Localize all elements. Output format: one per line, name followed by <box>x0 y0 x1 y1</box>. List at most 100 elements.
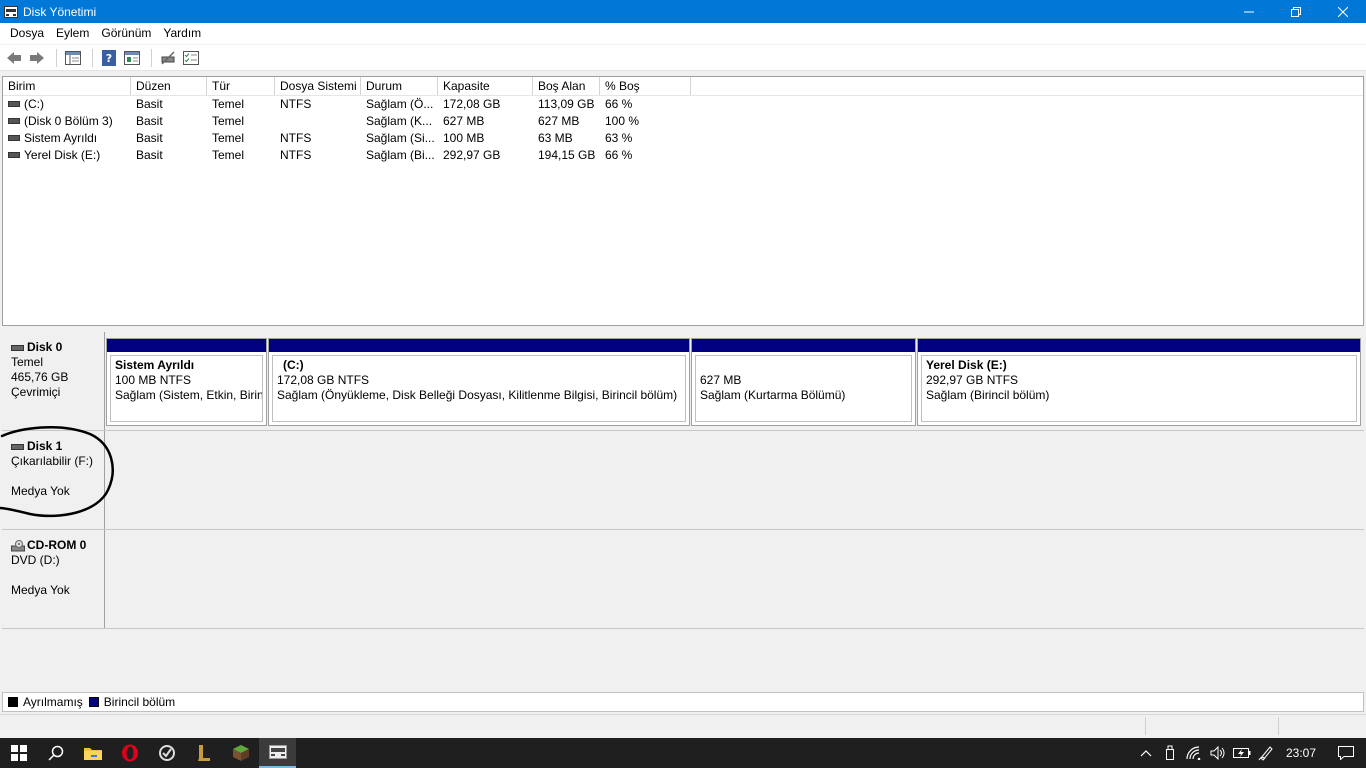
column-header-tur[interactable]: Tür <box>207 77 275 95</box>
cell-yuzde-bos: 63 % <box>605 131 633 145</box>
key-disk-icon <box>161 50 175 65</box>
back-button[interactable] <box>4 48 24 68</box>
partition-name <box>700 358 907 373</box>
help-button[interactable]: ? <box>99 48 119 68</box>
toolbar: ? <box>0 45 1366 71</box>
taskbar-clock[interactable]: 23:07 <box>1278 746 1326 760</box>
partition-status: Sağlam (Birincil bölüm) <box>926 388 1050 402</box>
partition-sistem-ayrildi[interactable]: Sistem Ayrıldı 100 MB NTFS Sağlam (Siste… <box>106 338 267 426</box>
start-button[interactable] <box>0 738 37 768</box>
show-hidden-icons-button[interactable] <box>1134 738 1158 768</box>
speaker-icon <box>1210 746 1225 760</box>
connect-disk-button[interactable] <box>158 48 178 68</box>
menu-gorunum[interactable]: Görünüm <box>95 23 157 44</box>
close-icon <box>1337 6 1348 17</box>
windows-start-icon <box>10 745 27 761</box>
taskbar-opera[interactable] <box>111 738 148 768</box>
search-button[interactable] <box>37 738 74 768</box>
column-header-bos-alan[interactable]: Boş Alan <box>533 77 600 95</box>
disk-partition-area <box>106 431 1364 529</box>
minimize-button[interactable] <box>1225 0 1272 23</box>
disk-label-disk-1[interactable]: Disk 1 Çıkarılabilir (F:) Medya Yok <box>2 431 105 529</box>
table-row[interactable]: (Disk 0 Bölüm 3) Basit Temel Sağlam (K..… <box>3 113 1363 130</box>
cell-bos-alan: 194,15 GB <box>538 148 596 162</box>
taskbar: 23:07 <box>0 738 1366 768</box>
menu-yardim[interactable]: Yardım <box>157 23 207 44</box>
close-button[interactable] <box>1319 0 1366 23</box>
taskbar-lol[interactable] <box>185 738 222 768</box>
svg-text:?: ? <box>106 52 112 65</box>
wifi-icon <box>1186 746 1201 760</box>
column-header-durum[interactable]: Durum <box>361 77 438 95</box>
partition-c[interactable]: (C:) 172,08 GB NTFS Sağlam (Önyükleme, D… <box>268 338 690 426</box>
lol-icon <box>197 745 210 761</box>
cell-birim: Yerel Disk (E:) <box>24 148 101 162</box>
cell-durum: Sağlam (Si... <box>366 131 435 145</box>
cell-bos-alan: 63 MB <box>538 131 573 145</box>
column-header-duzen[interactable]: Düzen <box>131 77 207 95</box>
partition-size: 627 MB <box>700 373 742 387</box>
column-header-kapasite[interactable]: Kapasite <box>438 77 533 95</box>
disk-size <box>11 568 104 583</box>
table-row[interactable]: Sistem Ayrıldı Basit Temel NTFS Sağlam (… <box>3 130 1363 147</box>
disk-label-disk-0[interactable]: Disk 0 Temel 465,76 GB Çevrimiçi <box>2 332 105 430</box>
restore-button[interactable] <box>1272 0 1319 23</box>
taskbar-file-explorer[interactable] <box>74 738 111 768</box>
cell-durum: Sağlam (K... <box>366 114 433 128</box>
volume-button[interactable] <box>1206 738 1230 768</box>
cd-rom-icon <box>11 539 25 551</box>
cell-birim: Sistem Ayrıldı <box>24 131 98 145</box>
minimize-icon <box>1243 11 1254 12</box>
table-row[interactable]: (C:) Basit Temel NTFS Sağlam (Ö... 172,0… <box>3 96 1363 113</box>
toolbar-separator <box>151 48 152 67</box>
taskbar-disk-management[interactable] <box>259 738 296 768</box>
checklist-button[interactable] <box>181 48 201 68</box>
cell-dosya-sistemi: NTFS <box>280 148 312 162</box>
partition-status: Sağlam (Sistem, Etkin, Birincil bölüm) <box>115 388 262 402</box>
menu-eylem[interactable]: Eylem <box>50 23 95 44</box>
partition-size: 100 MB NTFS <box>115 373 192 387</box>
menu-dosya[interactable]: Dosya <box>4 23 50 44</box>
title-bar: Disk Yönetimi <box>0 0 1366 23</box>
cell-kapasite: 627 MB <box>443 114 485 128</box>
column-header-yuzde-bos[interactable]: % Boş <box>600 77 691 95</box>
cell-kapasite: 172,08 GB <box>443 97 501 111</box>
battery-charging-icon <box>1232 748 1251 758</box>
column-header-birim[interactable]: Birim <box>3 77 131 95</box>
disk-label-cd-rom-0[interactable]: CD-ROM 0 DVD (D:) Medya Yok <box>2 530 105 628</box>
forward-button[interactable] <box>27 48 47 68</box>
system-tray: 23:07 <box>1134 738 1366 768</box>
cell-dosya-sistemi: NTFS <box>280 97 312 111</box>
action-center-button[interactable] <box>1326 738 1366 768</box>
console-tree-button[interactable] <box>63 48 83 68</box>
toolbar-separator <box>56 48 57 67</box>
disk-status: Medya Yok <box>11 583 70 597</box>
disk-type: Çıkarılabilir (F:) <box>11 454 94 468</box>
usb-eject-button[interactable] <box>1158 738 1182 768</box>
cell-duzen: Basit <box>136 114 163 128</box>
partition-name: (C:) <box>283 358 304 372</box>
network-button[interactable] <box>1182 738 1206 768</box>
console-tree-icon <box>65 50 81 65</box>
cell-yuzde-bos: 100 % <box>605 114 640 128</box>
partition-status: Sağlam (Kurtarma Bölümü) <box>700 388 846 402</box>
disk-graphical-view: Disk 0 Temel 465,76 GB Çevrimiçi Sistem … <box>2 332 1364 692</box>
cell-duzen: Basit <box>136 131 163 145</box>
cell-yuzde-bos: 66 % <box>605 97 633 111</box>
disk-name: Disk 1 <box>27 439 63 453</box>
properties-button[interactable] <box>122 48 142 68</box>
partition-yerel-disk-e[interactable]: Yerel Disk (E:) 292,97 GB NTFS Sağlam (B… <box>917 338 1361 426</box>
properties-icon <box>124 50 140 65</box>
taskbar-minecraft[interactable] <box>222 738 259 768</box>
table-row[interactable]: Yerel Disk (E:) Basit Temel NTFS Sağlam … <box>3 147 1363 164</box>
volume-icon <box>8 151 20 158</box>
menu-bar: Dosya Eylem Görünüm Yardım <box>0 23 1366 44</box>
partition-recovery[interactable]: 627 MB Sağlam (Kurtarma Bölümü) <box>691 338 916 426</box>
cell-duzen: Basit <box>136 148 163 162</box>
column-header-dosya-sistemi[interactable]: Dosya Sistemi <box>275 77 361 95</box>
cell-dosya-sistemi: NTFS <box>280 131 312 145</box>
pen-workspace-button[interactable] <box>1254 738 1278 768</box>
partition-name: Sistem Ayrıldı <box>115 358 195 372</box>
power-button[interactable] <box>1230 738 1254 768</box>
taskbar-app[interactable] <box>148 738 185 768</box>
